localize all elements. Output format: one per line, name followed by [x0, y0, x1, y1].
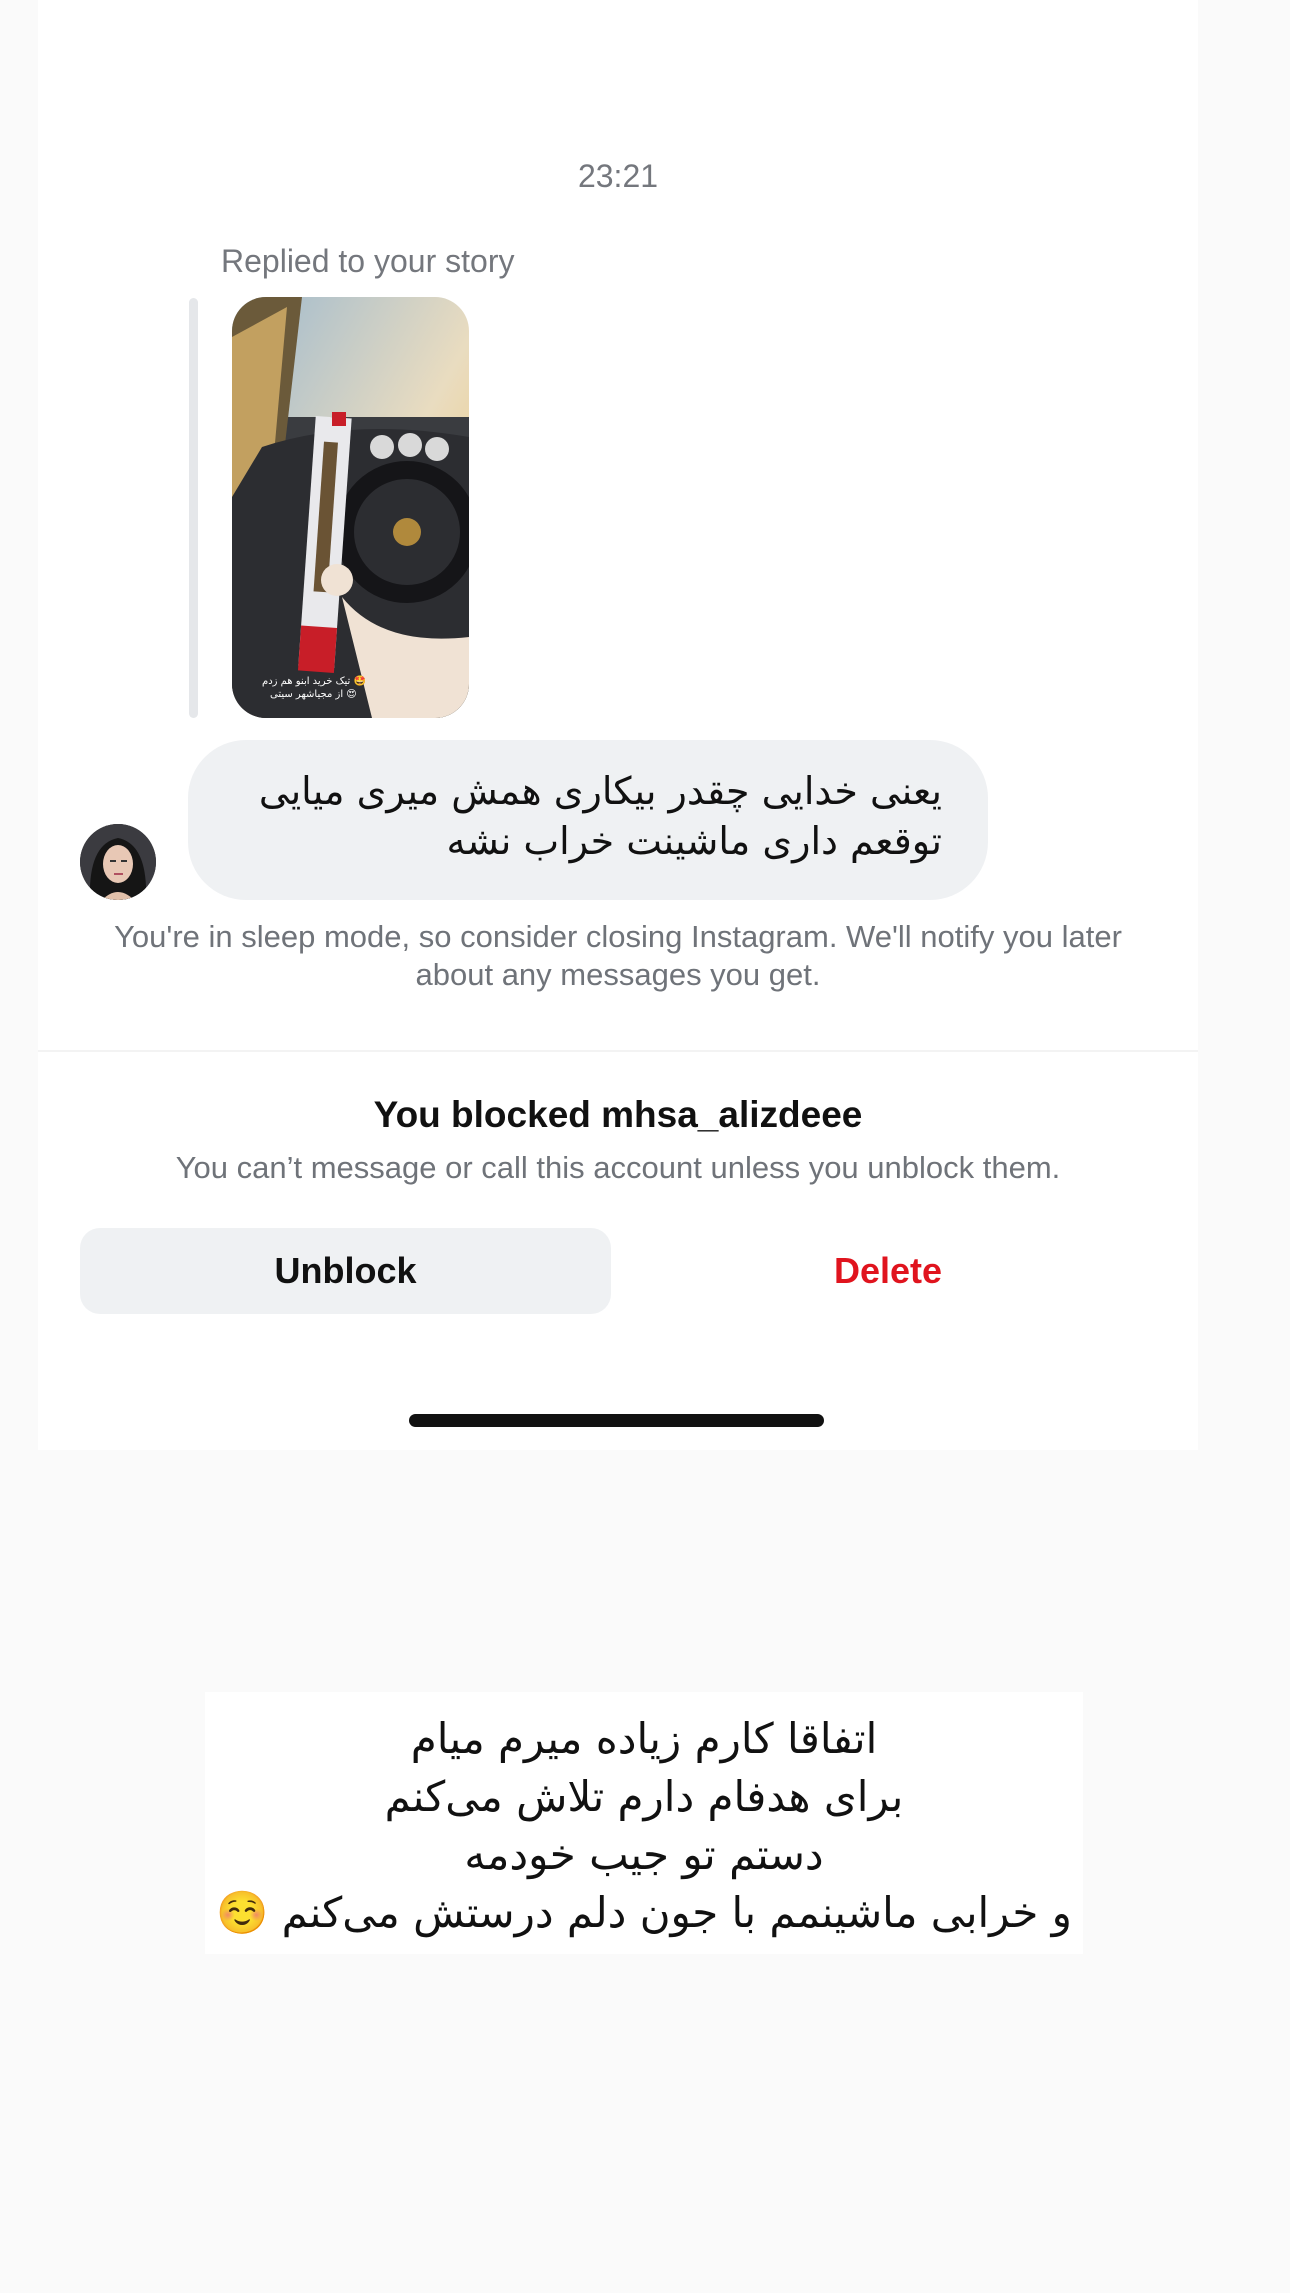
- message-line-2: توقعم داری ماشینت خراب نشه: [446, 819, 942, 863]
- story-thumbnail[interactable]: تیک خرید ابنو هم زدم 🤩 از مجیاشهر سیتی 😍: [232, 297, 469, 718]
- replied-to-story-label: Replied to your story: [221, 243, 515, 279]
- blocked-subtitle: You can’t message or call this account u…: [175, 1150, 1061, 1185]
- sleep-mode-notice: You're in sleep mode, so consider closin…: [114, 919, 1122, 992]
- sender-avatar[interactable]: [80, 824, 156, 900]
- delete-button[interactable]: Delete: [638, 1228, 1138, 1314]
- caption-line-4: و خرابی ماشینمم با جون دلم درستش می‌کنم …: [216, 1888, 1072, 1937]
- story-overlay-line-1: تیک خرید ابنو هم زدم 🤩: [262, 675, 366, 687]
- caption-line-3: دستم تو جیب خودمه: [464, 1830, 824, 1879]
- dm-screenshot: 23:21 Replied to your story تیک خرید ابن…: [38, 0, 1198, 1450]
- story-thumbnail-image: تیک خرید ابنو هم زدم 🤩 از مجیاشهر سیتی 😍: [232, 297, 469, 718]
- reply-quote-bar: [189, 298, 198, 718]
- unblock-button[interactable]: Unblock: [80, 1228, 611, 1314]
- caption-line-2: برای هدفام دارم تلاش می‌کنم: [384, 1772, 904, 1821]
- home-indicator[interactable]: [409, 1414, 824, 1427]
- message-timestamp: 23:21: [577, 158, 659, 194]
- story-caption: اتفاقا کارم زیاده میرم میام برای هدفام د…: [205, 1692, 1083, 1954]
- divider: [38, 1050, 1198, 1052]
- received-message-bubble[interactable]: یعنی خدایی چقدر بیکاری همش میری میایی تو…: [188, 740, 988, 900]
- page: 23:21 Replied to your story تیک خرید ابن…: [0, 0, 1290, 2293]
- avatar-image: [80, 824, 156, 900]
- message-line-1: یعنی خدایی چقدر بیکاری همش میری میایی: [258, 769, 942, 813]
- blocked-title: You blocked mhsa_alizdeee: [373, 1094, 863, 1135]
- story-overlay-line-2: از مجیاشهر سیتی 😍: [270, 689, 357, 700]
- caption-line-1: اتفاقا کارم زیاده میرم میام: [410, 1714, 878, 1763]
